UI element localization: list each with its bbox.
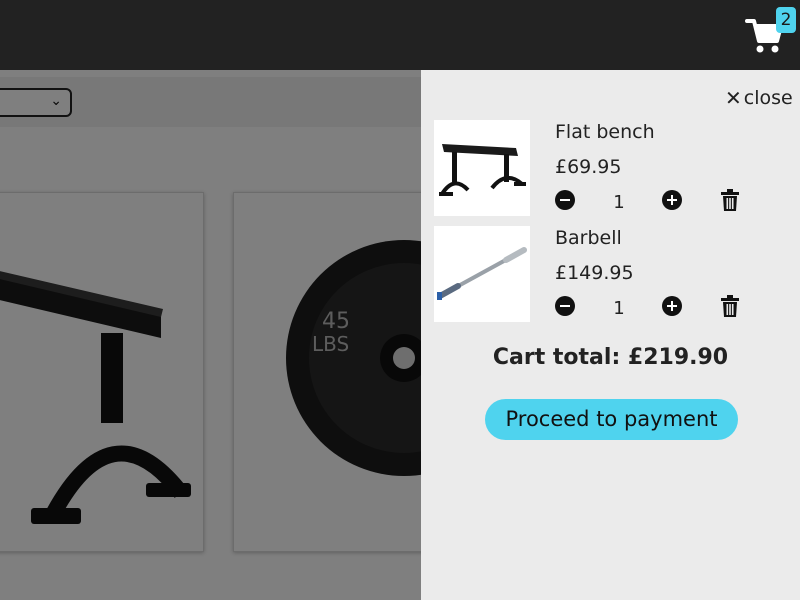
cart-count-badge: 2 bbox=[776, 7, 796, 33]
cart-button[interactable]: 2 bbox=[745, 7, 796, 56]
increase-quantity-button[interactable] bbox=[662, 296, 682, 316]
close-icon: ✕ bbox=[725, 86, 742, 110]
cart-total: Cart total: £219.90 bbox=[492, 345, 729, 370]
increase-quantity-button[interactable] bbox=[662, 190, 682, 210]
decrease-quantity-button[interactable] bbox=[555, 296, 575, 316]
cart-item: Barbell £149.95 1 bbox=[434, 226, 790, 322]
decrease-quantity-button[interactable] bbox=[555, 190, 575, 210]
item-price: £149.95 bbox=[555, 262, 634, 284]
item-name: Barbell bbox=[555, 227, 622, 249]
top-nav-bar: 2 bbox=[0, 0, 800, 70]
item-name: Flat bench bbox=[555, 121, 655, 143]
cart-drawer: ✕ close Flat bench £69.95 1 Barbell £149… bbox=[421, 70, 800, 600]
product-thumbnail bbox=[434, 120, 530, 216]
item-price: £69.95 bbox=[555, 156, 622, 178]
product-thumbnail bbox=[434, 226, 530, 322]
trash-icon[interactable] bbox=[721, 189, 739, 211]
close-label: close bbox=[743, 87, 793, 109]
trash-icon[interactable] bbox=[721, 295, 739, 317]
quantity-value: 1 bbox=[613, 298, 625, 319]
flat-bench-thumbnail bbox=[439, 144, 526, 196]
close-button[interactable]: ✕ close bbox=[725, 86, 793, 110]
barbell-thumbnail bbox=[437, 247, 527, 300]
quantity-value: 1 bbox=[613, 192, 625, 213]
proceed-to-payment-button[interactable]: Proceed to payment bbox=[485, 399, 738, 440]
cart-item: Flat bench £69.95 1 bbox=[434, 120, 790, 216]
